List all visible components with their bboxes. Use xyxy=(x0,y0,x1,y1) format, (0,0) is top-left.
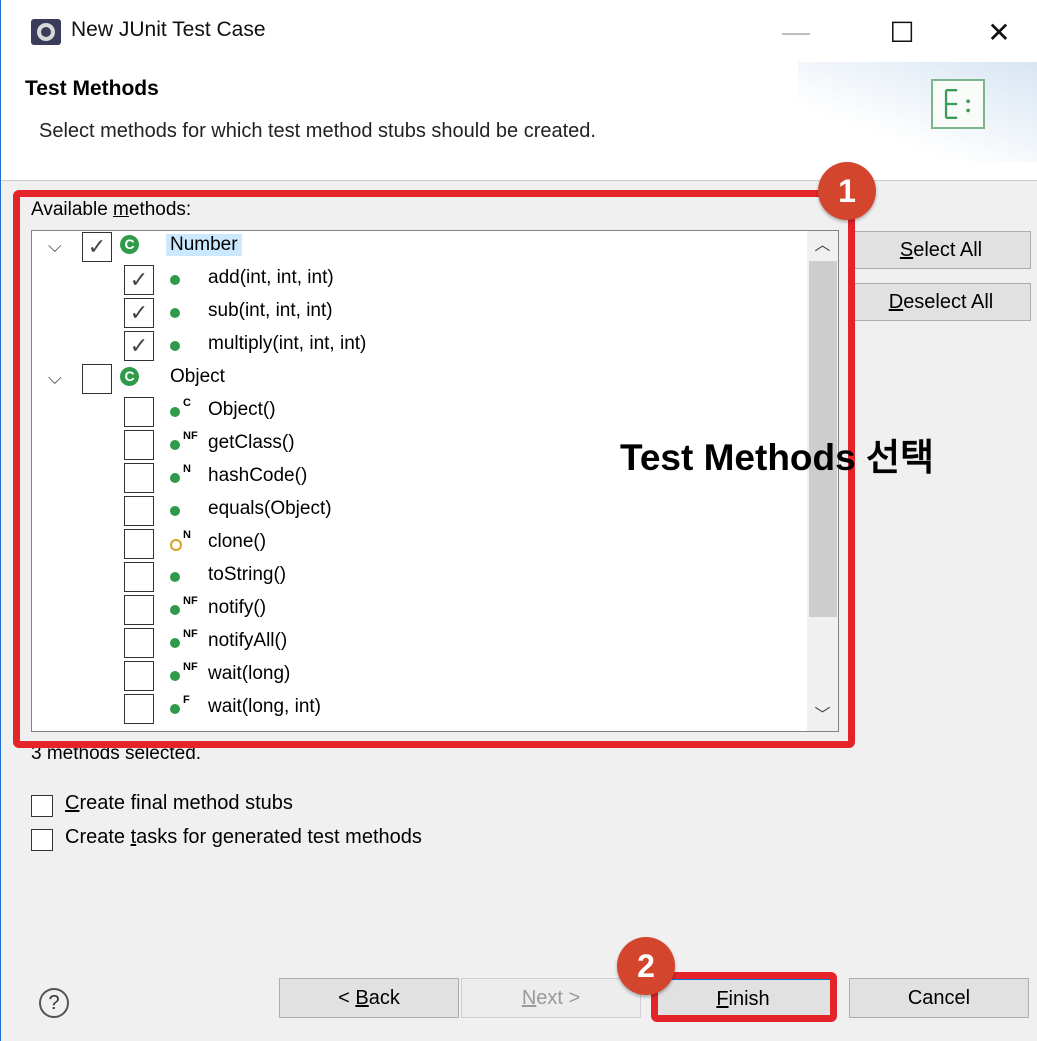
option-label: Create final method stubs xyxy=(65,792,293,814)
header-banner-gradient xyxy=(798,62,1037,162)
select-all-button[interactable]: Select All xyxy=(851,231,1031,269)
checkbox[interactable] xyxy=(31,829,53,851)
deselect-all-button[interactable]: Deselect All xyxy=(851,283,1031,321)
help-icon[interactable]: ? xyxy=(39,988,69,1018)
annotation-highlight-finish xyxy=(651,972,837,1022)
annotation-text: Test Methods 선택 xyxy=(620,437,935,478)
junit-wizard-icon xyxy=(931,79,985,129)
eclipse-app-icon xyxy=(31,19,61,45)
title-bar[interactable]: New JUnit Test Case — ☐ ✕ xyxy=(1,0,1037,62)
cancel-button[interactable]: Cancel xyxy=(849,978,1029,1018)
window-title: New JUnit Test Case xyxy=(71,18,266,41)
page-description: Select methods for which test method stu… xyxy=(39,120,596,142)
annotation-badge-1: 1 xyxy=(818,162,876,220)
close-button[interactable]: ✕ xyxy=(969,10,1029,54)
maximize-button[interactable]: ☐ xyxy=(872,10,932,54)
minimize-button[interactable]: — xyxy=(766,10,826,54)
back-button[interactable]: < Back xyxy=(279,978,459,1018)
wizard-header: Test Methods Select methods for which te… xyxy=(1,62,1037,181)
next-button[interactable]: Next > xyxy=(461,978,641,1018)
checkbox[interactable] xyxy=(31,795,53,817)
annotation-badge-2: 2 xyxy=(617,937,675,995)
page-title: Test Methods xyxy=(25,77,159,100)
option-label: Create tasks for generated test methods xyxy=(65,826,422,848)
